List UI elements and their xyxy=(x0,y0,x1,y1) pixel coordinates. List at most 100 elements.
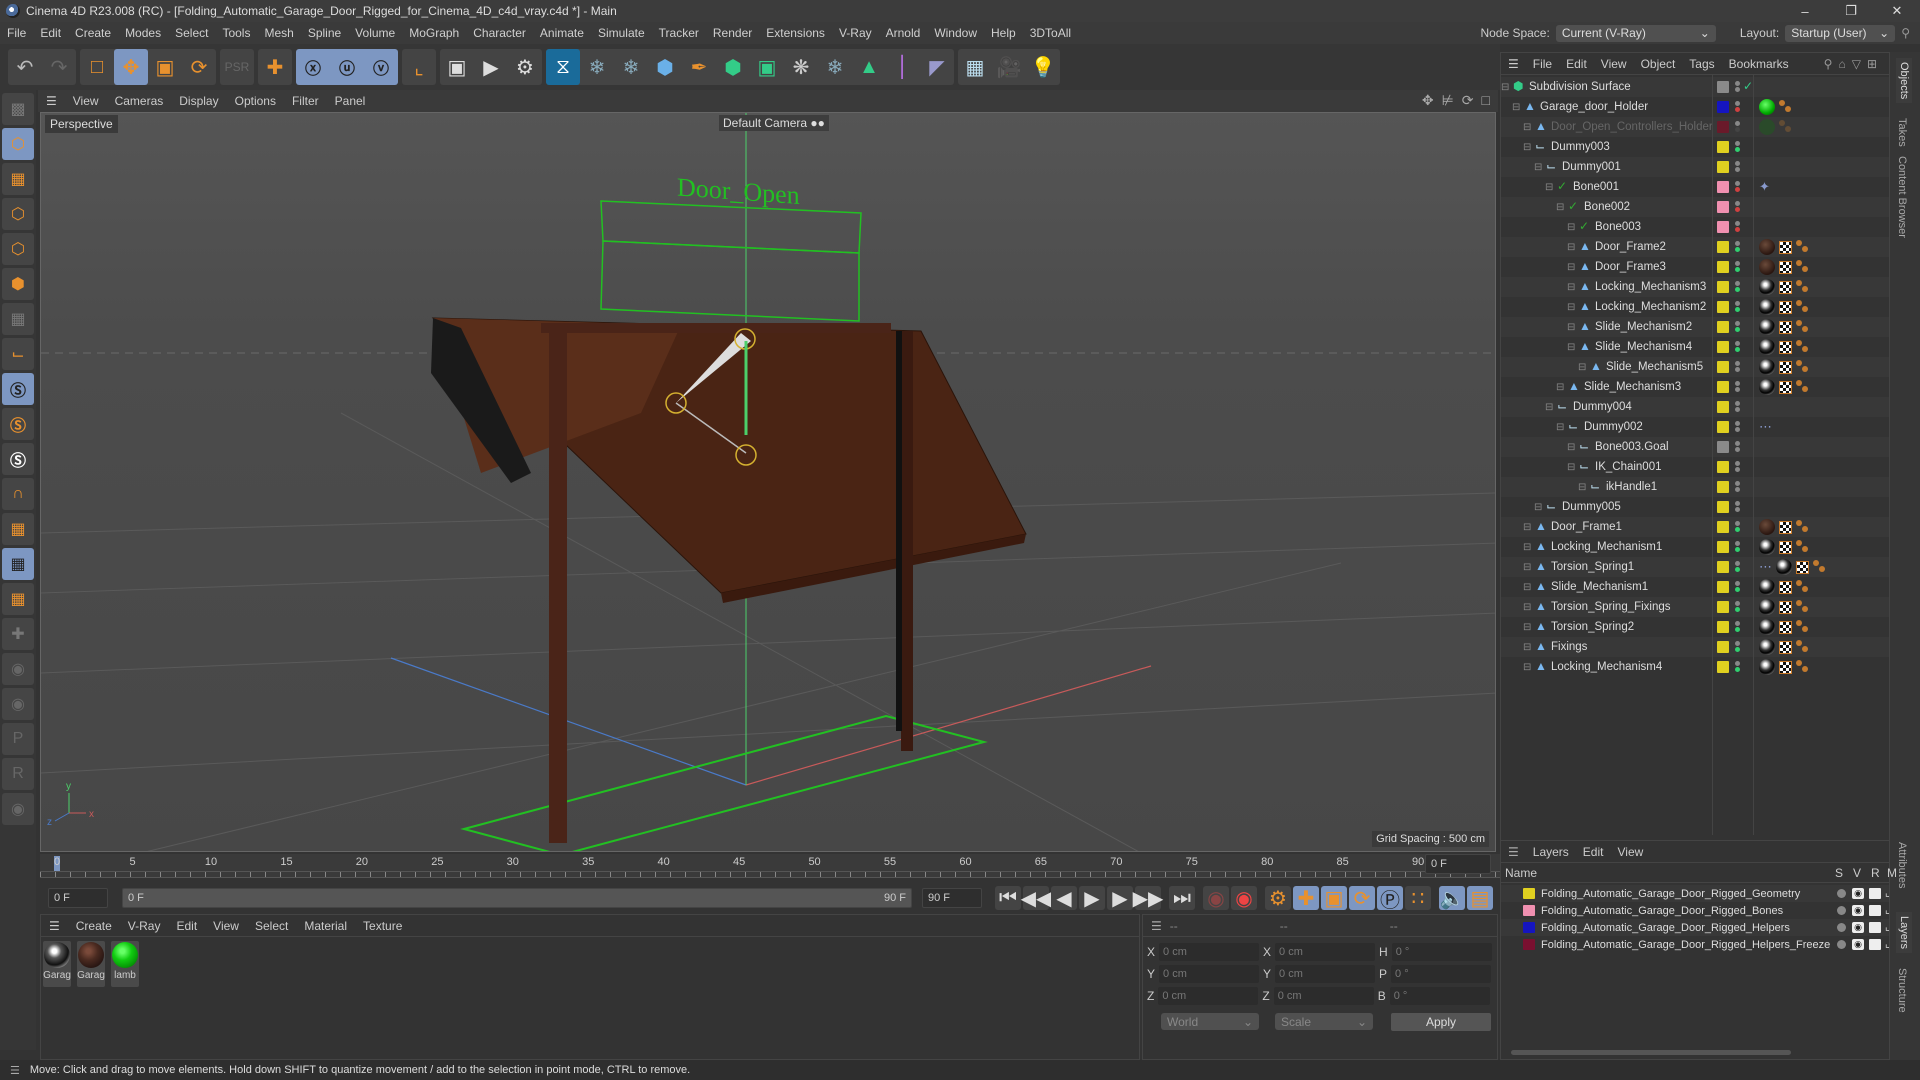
object-row[interactable]: ⊟ ▲ Slide_Mechanism2 xyxy=(1501,317,1889,337)
expand-toggle-icon[interactable]: ⊟ xyxy=(1523,642,1531,653)
object-name[interactable]: Dummy003 xyxy=(1551,141,1610,153)
material-tag-icon[interactable] xyxy=(1759,99,1775,115)
layer-color-swatch[interactable] xyxy=(1717,661,1729,673)
tab-layers[interactable]: Layers xyxy=(1896,912,1912,954)
expand-toggle-icon[interactable]: ⊟ xyxy=(1523,542,1531,553)
layer-row[interactable]: Folding_Automatic_Garage_Door_Rigged_Hel… xyxy=(1501,919,1890,936)
magnet-icon[interactable]: ∩ xyxy=(2,478,34,510)
dolly-view-icon[interactable]: ⊭ xyxy=(1442,92,1454,109)
material-menu-create[interactable]: Create xyxy=(68,919,120,933)
layout-dropdown[interactable]: Startup (User) ⌄ xyxy=(1785,24,1896,42)
object-row[interactable]: ⊟ ▲ Slide_Mechanism1 xyxy=(1501,577,1889,597)
material-tag-icon[interactable] xyxy=(1759,339,1775,355)
object-row[interactable]: ⊟ ▲ Locking_Mechanism2 xyxy=(1501,297,1889,317)
object-row[interactable]: ⊟ ▲ Torsion_Spring2 xyxy=(1501,617,1889,637)
live-selection-icon[interactable]: □ xyxy=(80,49,114,85)
rotation-p-field[interactable]: 0 ° xyxy=(1391,965,1492,983)
render-picture-viewer-icon[interactable]: ▶ xyxy=(474,49,508,85)
horizontal-scrollbar[interactable] xyxy=(1511,1050,1791,1055)
menu-simulate[interactable]: Simulate xyxy=(591,26,652,40)
layer-color-swatch[interactable] xyxy=(1717,501,1729,513)
texture-tag-icon[interactable] xyxy=(1779,320,1792,334)
rotation-b-field[interactable]: 0 ° xyxy=(1389,987,1490,1005)
menu-edit[interactable]: Edit xyxy=(33,26,68,40)
texture-mode-icon[interactable]: ▦ xyxy=(2,163,34,195)
om-menu-tags[interactable]: Tags xyxy=(1682,57,1721,71)
z-axis-icon[interactable]: ⓥ xyxy=(364,49,398,85)
expand-toggle-icon[interactable]: ⊟ xyxy=(1567,342,1575,353)
mograph-icon[interactable]: ▲ xyxy=(852,49,886,85)
current-frame-display[interactable]: 0 F xyxy=(1425,854,1491,874)
next-key-icon[interactable]: ▶▶ xyxy=(1133,886,1163,910)
visibility-dots[interactable] xyxy=(1735,480,1740,493)
visibility-dots[interactable] xyxy=(1735,460,1740,473)
object-row[interactable]: ⊟ ✓ Bone003 xyxy=(1501,217,1889,237)
menu-spline[interactable]: Spline xyxy=(301,26,348,40)
expand-toggle-icon[interactable]: ⊟ xyxy=(1523,602,1531,613)
object-row[interactable]: ⊟ ▲ Door_Frame1 xyxy=(1501,517,1889,537)
pan-view-icon[interactable]: ✥ xyxy=(1422,92,1434,109)
uvw-tag-icon[interactable] xyxy=(1779,120,1793,134)
texture-tag-icon[interactable] xyxy=(1779,260,1792,274)
material-menu-edit[interactable]: Edit xyxy=(168,919,205,933)
texture-tag-icon[interactable] xyxy=(1779,540,1792,554)
visibility-dots[interactable] xyxy=(1735,360,1740,373)
edges-mode-icon[interactable]: ⬡ xyxy=(2,233,34,265)
material-tag-icon[interactable] xyxy=(1759,119,1775,135)
material-tag-icon[interactable] xyxy=(1759,639,1775,655)
floor-icon[interactable]: ▦ xyxy=(958,49,992,85)
pin-s-icon[interactable]: ◉ xyxy=(2,793,34,825)
viewport-menu-panel[interactable]: Panel xyxy=(327,94,374,108)
hamburger-icon[interactable]: ☰ xyxy=(1501,845,1526,859)
material-tag-icon[interactable] xyxy=(1759,319,1775,335)
record-icon[interactable]: ◉ xyxy=(1203,886,1229,910)
tab-objects[interactable]: Objects xyxy=(1896,58,1912,104)
layer-color-swatch[interactable] xyxy=(1717,481,1729,493)
layer-color-swatch[interactable] xyxy=(1523,922,1535,933)
expand-toggle-icon[interactable]: ⊟ xyxy=(1545,402,1553,413)
render-toggle-icon[interactable] xyxy=(1869,922,1881,933)
size-z-field[interactable]: 0 cm xyxy=(1273,987,1374,1005)
layer-color-swatch[interactable] xyxy=(1717,221,1729,233)
menu-character[interactable]: Character xyxy=(466,26,533,40)
expand-toggle-icon[interactable]: ⊟ xyxy=(1556,382,1564,393)
layer-color-swatch[interactable] xyxy=(1717,561,1729,573)
visibility-dots[interactable] xyxy=(1735,560,1740,573)
object-name[interactable]: Slide_Mechanism2 xyxy=(1595,321,1692,333)
python-icon[interactable]: ❄ xyxy=(580,49,614,85)
material-swatch[interactable]: lamb xyxy=(111,941,139,987)
layer-color-swatch[interactable] xyxy=(1717,81,1729,93)
object-name[interactable]: Locking_Mechanism2 xyxy=(1595,301,1706,313)
menu-tracker[interactable]: Tracker xyxy=(652,26,706,40)
coordinate-move-icon[interactable]: ✚ xyxy=(258,49,292,85)
object-name[interactable]: Garage_door_Holder xyxy=(1540,101,1648,113)
object-row[interactable]: ⊟ ⌙ IK_Chain001 xyxy=(1501,457,1889,477)
filter-icon[interactable]: ▽ xyxy=(1852,57,1867,71)
object-row[interactable]: ⊟ ▲ Garage_door_Holder xyxy=(1501,97,1889,117)
uvw-tag-icon[interactable] xyxy=(1796,300,1810,314)
layer-color-swatch[interactable] xyxy=(1717,441,1729,453)
key-position-icon[interactable]: ✚ xyxy=(1293,886,1319,910)
uvw-tag-icon[interactable] xyxy=(1796,580,1810,594)
object-name[interactable]: Slide_Mechanism4 xyxy=(1595,341,1692,353)
menu-render[interactable]: Render xyxy=(706,26,759,40)
visibility-dots[interactable] xyxy=(1735,180,1740,193)
previous-frame-icon[interactable]: ◀ xyxy=(1051,886,1077,910)
expand-toggle-icon[interactable]: ⊟ xyxy=(1512,102,1520,113)
object-row[interactable]: ⊟ ▲ Door_Frame3 xyxy=(1501,257,1889,277)
layer-row[interactable]: Folding_Automatic_Garage_Door_Rigged_Hel… xyxy=(1501,936,1890,953)
cube-icon[interactable]: ⬢ xyxy=(648,49,682,85)
object-name[interactable]: Slide_Mechanism1 xyxy=(1551,581,1648,593)
uvw-tag-icon[interactable] xyxy=(1779,100,1793,114)
object-name[interactable]: IK_Chain001 xyxy=(1595,461,1662,473)
coordinate-mode-dropdown[interactable]: Scale ⌄ xyxy=(1275,1013,1373,1030)
expand-toggle-icon[interactable]: ⊟ xyxy=(1567,222,1575,233)
solo-toggle[interactable] xyxy=(1837,889,1846,898)
timeline-ruler[interactable]: 0 5 10 15 20 25 30 35 40 45 50 55 60 65 70 75 80 85 90 xyxy=(40,854,1500,878)
snap-settings-icon[interactable]: Ⓢ xyxy=(2,408,34,440)
previous-key-icon[interactable]: ◀◀ xyxy=(1021,886,1051,910)
object-name[interactable]: ikHandle1 xyxy=(1606,481,1657,493)
material-swatch[interactable]: Garag xyxy=(43,941,71,987)
eye-icon[interactable]: ◉ xyxy=(1852,922,1864,933)
minimize-button[interactable]: – xyxy=(1782,0,1828,22)
